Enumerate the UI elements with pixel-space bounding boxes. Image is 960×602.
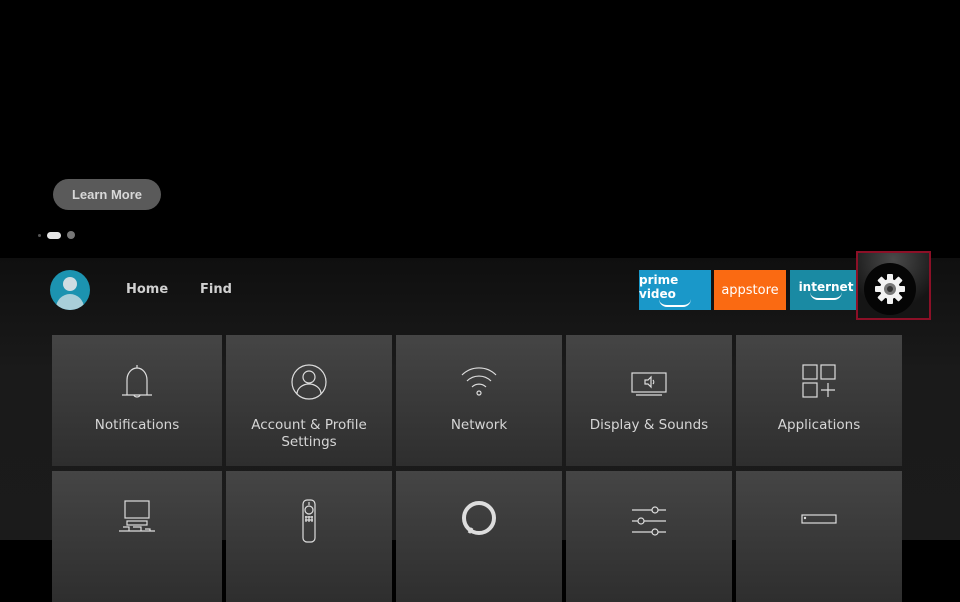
tile-label: Account & Profile Settings bbox=[251, 417, 367, 450]
tv-speaker-icon bbox=[631, 372, 667, 396]
avatar-head bbox=[63, 277, 77, 291]
hero-banner: Learn More bbox=[0, 0, 960, 258]
tile-label: Applications bbox=[777, 417, 861, 433]
preferences-sliders-icon bbox=[632, 506, 666, 536]
apps-icon bbox=[802, 364, 836, 398]
settings-button[interactable] bbox=[864, 263, 916, 315]
remote-icon bbox=[302, 499, 316, 543]
tile-controllers[interactable] bbox=[226, 471, 392, 602]
carousel-dot-active[interactable] bbox=[47, 231, 61, 239]
nav-find[interactable]: Find bbox=[200, 282, 232, 297]
tile-applications[interactable]: Applications bbox=[736, 335, 902, 466]
carousel-dot-small bbox=[38, 233, 41, 237]
gear-icon bbox=[875, 274, 905, 304]
tile-label: Display & Sounds bbox=[589, 417, 709, 433]
app-prime-video[interactable]: prime video bbox=[639, 270, 711, 310]
settings-grid: Notifications Account & Profile Settings… bbox=[52, 335, 902, 602]
amazon-smile-icon bbox=[659, 299, 691, 307]
avatar-body bbox=[56, 294, 84, 310]
account-icon bbox=[291, 364, 327, 400]
amazon-smile-icon bbox=[810, 292, 842, 300]
wifi-icon bbox=[461, 367, 497, 396]
tile-network[interactable]: Network bbox=[396, 335, 562, 466]
carousel-indicator bbox=[38, 231, 75, 239]
alexa-icon bbox=[462, 501, 496, 535]
profile-avatar[interactable] bbox=[50, 270, 90, 310]
device-icon bbox=[801, 514, 837, 524]
tile-label: Network bbox=[450, 417, 508, 433]
app-label: prime video bbox=[639, 273, 679, 301]
learn-more-button[interactable]: Learn More bbox=[53, 179, 161, 210]
app-appstore[interactable]: appstore bbox=[714, 270, 786, 310]
tile-account-profile[interactable]: Account & Profile Settings bbox=[226, 335, 392, 466]
app-internet[interactable]: internet bbox=[790, 270, 862, 310]
tile-alexa[interactable] bbox=[396, 471, 562, 602]
carousel-dot[interactable] bbox=[67, 231, 75, 239]
equipment-control-icon bbox=[119, 500, 155, 532]
settings-highlight bbox=[856, 251, 931, 320]
tile-my-fire-tv[interactable] bbox=[736, 471, 902, 602]
tile-label: Notifications bbox=[94, 417, 180, 433]
tile-equipment-control[interactable] bbox=[52, 471, 222, 602]
bell-icon bbox=[122, 365, 152, 398]
nav-home[interactable]: Home bbox=[126, 282, 168, 297]
tile-display-sounds[interactable]: Display & Sounds bbox=[566, 335, 732, 466]
app-label: appstore bbox=[721, 282, 779, 298]
tile-preferences[interactable] bbox=[566, 471, 732, 602]
tile-notifications[interactable]: Notifications bbox=[52, 335, 222, 466]
